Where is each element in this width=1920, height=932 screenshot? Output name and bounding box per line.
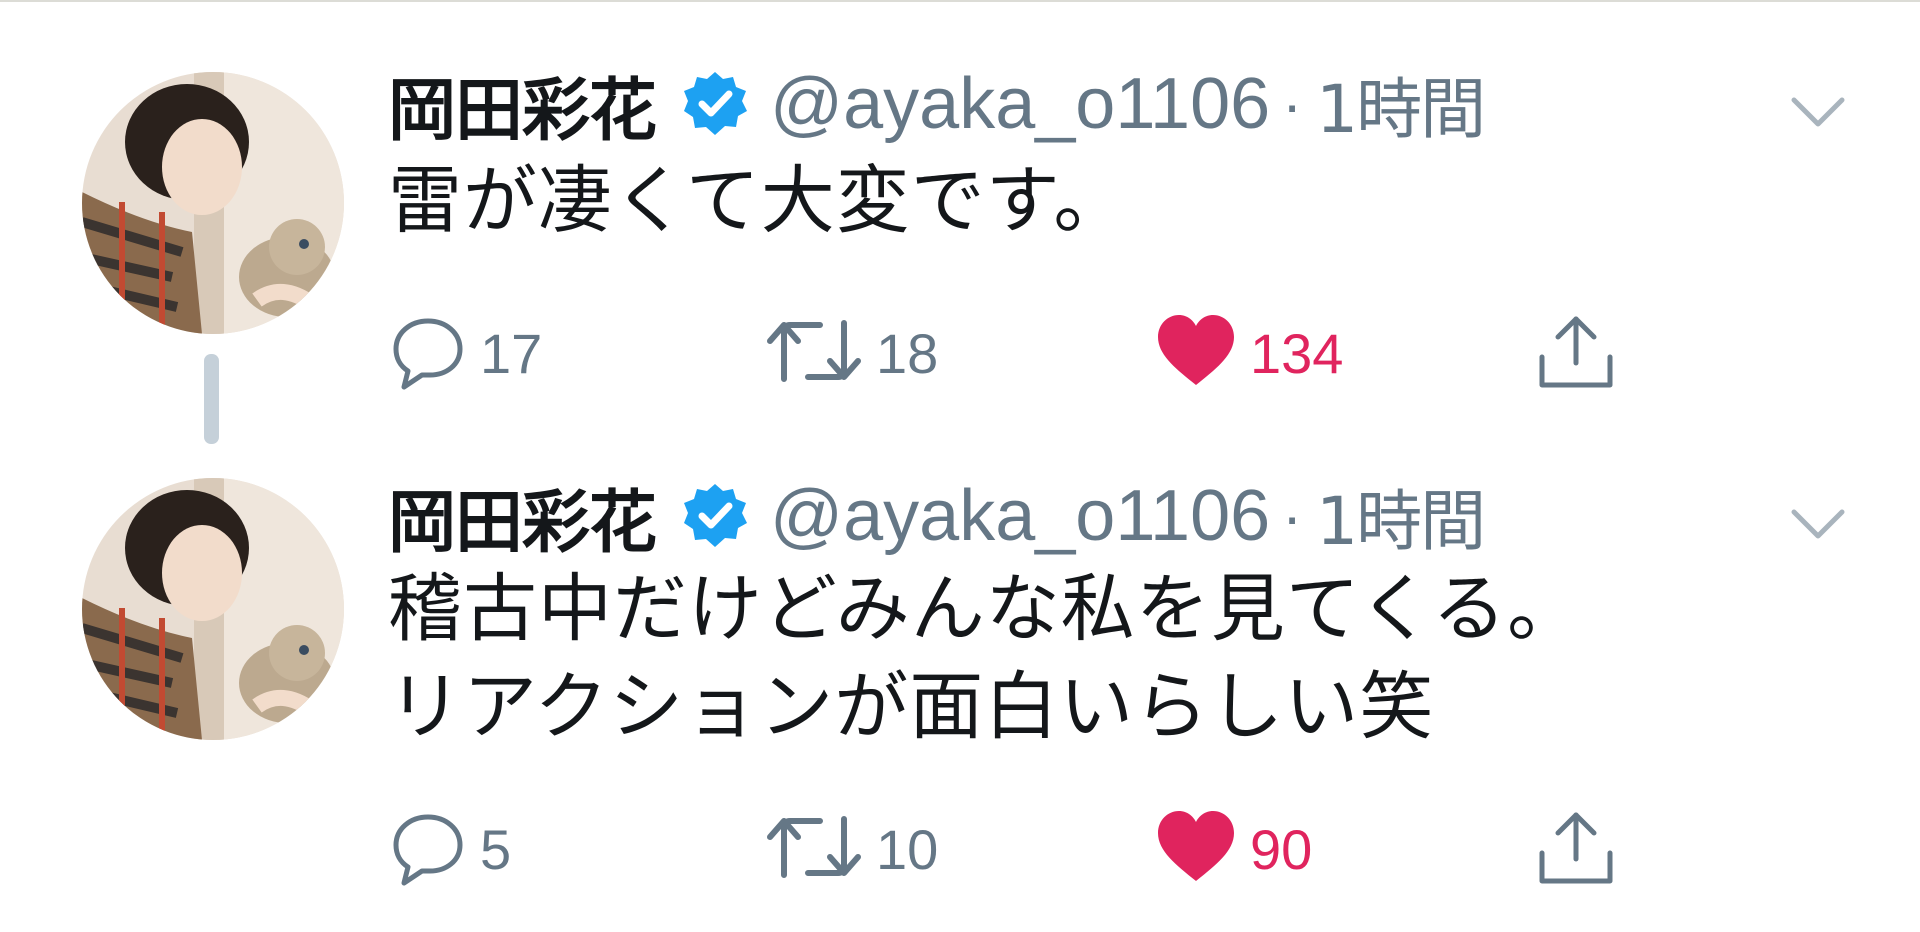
tweet-text: 雷が凄くて大変です。 [388,152,1128,250]
like-count: 90 [1250,817,1313,881]
reply-bubble-icon [388,807,468,891]
reply-count: 17 [480,321,543,385]
heart-icon [1156,313,1236,393]
avatar[interactable] [82,72,344,334]
share-button[interactable] [1536,308,1616,398]
heart-icon [1156,809,1236,889]
tweet-header: 岡田彩花 @ayaka_o1106 · 1時間 [388,468,1486,564]
share-upload-icon [1536,807,1616,891]
reply-count: 5 [480,817,512,881]
author-handle[interactable]: @ayaka_o1106 [770,475,1270,557]
tweet-text-line: 雷が凄くて大変です。 [388,158,1129,244]
like-button[interactable]: 90 [1156,804,1312,894]
reply-button[interactable]: 17 [388,308,542,398]
separator: · [1282,482,1303,550]
retweet-button[interactable]: 10 [764,804,938,894]
like-button[interactable]: 134 [1156,308,1343,398]
tweet-text: 稽古中だけどみんな私を見てくる。 リアクションが面白いらしい笑 [388,560,1582,756]
like-count: 134 [1250,321,1344,385]
author-name[interactable]: 岡田彩花 [388,55,657,154]
timestamp[interactable]: 1時間 [1316,468,1486,564]
retweet-button[interactable]: 18 [764,308,938,398]
chevron-down-icon[interactable] [1788,92,1848,132]
avatar[interactable] [82,478,344,740]
tweet[interactable]: 岡田彩花 @ayaka_o1106 · 1時間 稽古中だけどみんな私を見てくる。… [0,410,1920,932]
retweet-count: 10 [876,817,939,881]
retweet-icon [764,807,864,891]
verified-badge-icon [680,481,750,551]
tweet[interactable]: 岡田彩花 @ayaka_o1106 · 1時間 雷が凄くて大変です。 17 18… [0,2,1920,444]
retweet-count: 18 [876,321,939,385]
reply-bubble-icon [388,311,468,395]
tweet-actions: 5 10 90 [388,804,1628,894]
tweet-thread: 岡田彩花 @ayaka_o1106 · 1時間 雷が凄くて大変です。 17 18… [0,0,1920,932]
tweet-actions: 17 18 134 [388,308,1628,398]
author-name[interactable]: 岡田彩花 [388,467,657,566]
verified-badge-icon [680,69,750,139]
tweet-text-line: リアクションが面白いらしい笑 [388,664,1435,750]
retweet-icon [764,311,864,395]
tweet-text-line: 稽古中だけどみんな私を見てくる。 [388,566,1583,652]
tweet-header: 岡田彩花 @ayaka_o1106 · 1時間 [388,56,1486,152]
chevron-down-icon[interactable] [1788,504,1848,544]
author-handle[interactable]: @ayaka_o1106 [770,63,1270,145]
separator: · [1282,70,1303,138]
timestamp[interactable]: 1時間 [1316,56,1486,152]
share-button[interactable] [1536,804,1616,894]
reply-button[interactable]: 5 [388,804,511,894]
share-upload-icon [1536,311,1616,395]
